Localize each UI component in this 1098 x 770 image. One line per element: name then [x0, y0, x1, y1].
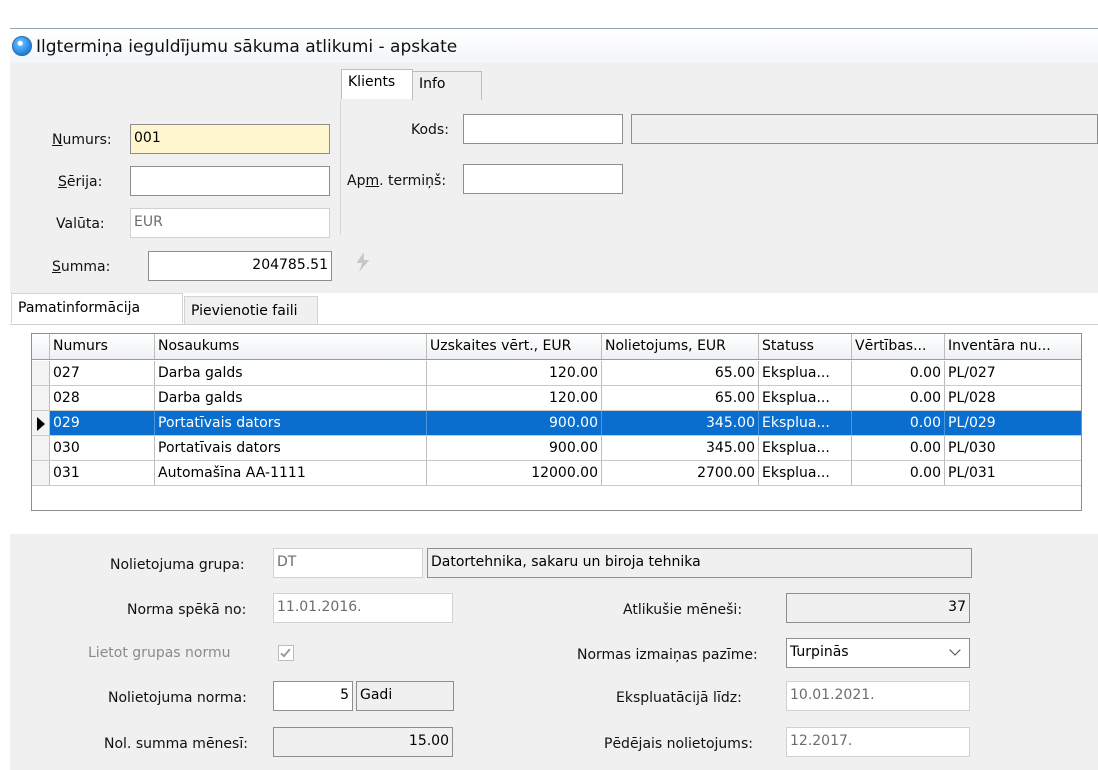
column-header-uzskaites-vert[interactable]: Uzskaites vērt., EUR	[427, 334, 602, 359]
app-logo-icon	[12, 36, 32, 56]
cell-nosaukums: Automašīna AA-1111	[155, 461, 427, 485]
cell-uzskaites-vert: 120.00	[427, 361, 602, 385]
summa-input[interactable]: 204785.51	[148, 251, 332, 281]
cell-numurs: 029	[50, 411, 155, 435]
normas-izmainas-pazime-select[interactable]: Turpinās	[786, 638, 970, 668]
atlikusie-menesi-field: 37	[786, 593, 970, 623]
assets-grid[interactable]: Numurs Nosaukums Uzskaites vērt., EUR No…	[31, 333, 1082, 511]
nol-summa-menesi-label: Nol. summa mēnesī:	[104, 736, 248, 752]
cell-numurs: 031	[50, 461, 155, 485]
table-row[interactable]: 027 Darba galds 120.00 65.00 Eksplua... …	[32, 361, 1081, 386]
cell-nolietojums: 65.00	[602, 361, 759, 385]
tab-info[interactable]: Info	[412, 71, 482, 100]
cell-inventara-nr: PL/030	[948, 440, 996, 456]
atlikusie-menesi-label: Atlikušie mēneši:	[623, 602, 743, 618]
cell-statuss: Eksplua...	[759, 361, 852, 385]
grid-header: Numurs Nosaukums Uzskaites vērt., EUR No…	[32, 334, 1081, 360]
column-header-inventara-nr[interactable]: Inventāra nu...	[945, 334, 1081, 359]
cell-numurs: 030	[50, 436, 155, 460]
cell-inventara-nr: PL/029	[948, 415, 996, 431]
chevron-down-icon	[949, 644, 961, 656]
cell-inventara-nr: PL/027	[948, 365, 996, 381]
serija-label: Sērija:	[58, 174, 103, 190]
nolietojuma-norma-input[interactable]: 5	[273, 681, 353, 711]
summa-label: Summa:	[52, 259, 111, 275]
table-row-selected[interactable]: 029 Portatīvais dators 900.00 345.00 Eks…	[32, 411, 1081, 436]
cell-nolietojums: 65.00	[602, 386, 759, 410]
cell-uzskaites-vert: 900.00	[427, 436, 602, 460]
kods-label: Kods:	[411, 122, 449, 138]
cell-vertibas: 0.00	[852, 461, 945, 485]
cell-nolietojums: 2700.00	[602, 461, 759, 485]
valuta-label: Valūta:	[56, 216, 105, 232]
cell-vertibas: 0.00	[852, 411, 945, 435]
cell-nosaukums: Darba galds	[155, 386, 427, 410]
norma-speka-no-input[interactable]: 11.01.2016.	[273, 593, 453, 623]
cell-nolietojums: 345.00	[602, 436, 759, 460]
window-title: Ilgtermiņa ieguldījumu sākuma atlikumi -…	[36, 37, 458, 57]
cell-numurs: 027	[50, 361, 155, 385]
table-row[interactable]: 030 Portatīvais dators 900.00 345.00 Eks…	[32, 436, 1081, 461]
cell-uzskaites-vert: 120.00	[427, 386, 602, 410]
pedejais-nolietojums-input[interactable]: 12.2017.	[786, 727, 970, 757]
column-header-nolietojums[interactable]: Nolietojums, EUR	[602, 334, 759, 359]
lietot-grupas-normu-checkbox[interactable]	[278, 645, 294, 661]
valuta-input[interactable]: EUR	[130, 208, 330, 238]
norma-speka-no-label: Norma spēkā no:	[127, 602, 247, 618]
nolietojuma-norma-unit: Gadi	[356, 681, 454, 711]
cell-vertibas: 0.00	[852, 386, 945, 410]
nolietojuma-grupa-name-field: Datortehnika, sakaru un biroja tehnika	[427, 548, 972, 578]
column-header-statuss[interactable]: Statuss	[759, 334, 852, 359]
pedejais-nolietojums-label: Pēdējais nolietojums:	[604, 736, 753, 752]
cell-statuss: Eksplua...	[759, 386, 852, 410]
normas-izmainas-pazime-value: Turpinās	[790, 644, 849, 660]
column-header-numurs[interactable]: Numurs	[50, 334, 155, 359]
checkmark-icon	[280, 646, 291, 658]
serija-input[interactable]	[130, 166, 330, 196]
cell-nosaukums: Portatīvais dators	[155, 411, 427, 435]
nolietojuma-grupa-code-input[interactable]: DT	[273, 548, 423, 578]
row-indicator-header	[32, 334, 50, 359]
row-indicator[interactable]	[32, 411, 50, 435]
cell-inventara-nr: PL/031	[948, 465, 996, 481]
column-header-nosaukums[interactable]: Nosaukums	[155, 334, 427, 359]
cell-uzskaites-vert: 12000.00	[427, 461, 602, 485]
cell-statuss: Eksplua...	[759, 436, 852, 460]
cell-uzskaites-vert: 900.00	[427, 411, 602, 435]
table-row[interactable]: 028 Darba galds 120.00 65.00 Eksplua... …	[32, 386, 1081, 411]
column-header-vertibas[interactable]: Vērtības...	[852, 334, 945, 359]
current-row-arrow-icon	[37, 417, 45, 431]
row-indicator[interactable]	[32, 361, 50, 385]
cell-inventara-nr: PL/028	[948, 390, 996, 406]
row-indicator[interactable]	[32, 461, 50, 485]
nol-summa-menesi-field: 15.00	[273, 727, 453, 757]
cell-numurs: 028	[50, 386, 155, 410]
cell-statuss: Eksplua...	[759, 411, 852, 435]
tab-klients[interactable]: Klients	[341, 69, 413, 99]
lietot-grupas-normu-label: Lietot grupas normu	[88, 645, 231, 661]
table-row[interactable]: 031 Automašīna AA-1111 12000.00 2700.00 …	[32, 461, 1081, 486]
cell-nolietojums: 345.00	[602, 411, 759, 435]
apm-termins-input[interactable]	[463, 164, 623, 194]
apm-termins-label: Apm. termiņš:	[347, 173, 447, 189]
tab-pamatinformacija[interactable]: Pamatinformācija	[11, 293, 183, 323]
kods-input[interactable]	[463, 114, 623, 144]
cell-nosaukums: Darba galds	[155, 361, 427, 385]
client-name-field	[631, 114, 1098, 144]
cell-statuss: Eksplua...	[759, 461, 852, 485]
nolietojuma-grupa-label: Nolietojuma grupa:	[110, 557, 245, 573]
row-indicator[interactable]	[32, 436, 50, 460]
normas-izmainas-pazime-label: Normas izmaiņas pazīme:	[577, 647, 758, 663]
nolietojuma-norma-label: Nolietojuma norma:	[108, 690, 247, 706]
ekspluatacija-lidz-input[interactable]: 10.01.2021.	[786, 681, 970, 711]
row-indicator[interactable]	[32, 386, 50, 410]
ekspluatacija-lidz-label: Ekspluatācijā līdz:	[616, 690, 742, 706]
numurs-input[interactable]: 001	[130, 124, 330, 154]
cell-nosaukums: Portatīvais dators	[155, 436, 427, 460]
cell-vertibas: 0.00	[852, 361, 945, 385]
numurs-label: Numurs:	[52, 132, 112, 148]
tab-pievienotie-faili[interactable]: Pievienotie faili	[184, 296, 318, 324]
cell-vertibas: 0.00	[852, 436, 945, 460]
